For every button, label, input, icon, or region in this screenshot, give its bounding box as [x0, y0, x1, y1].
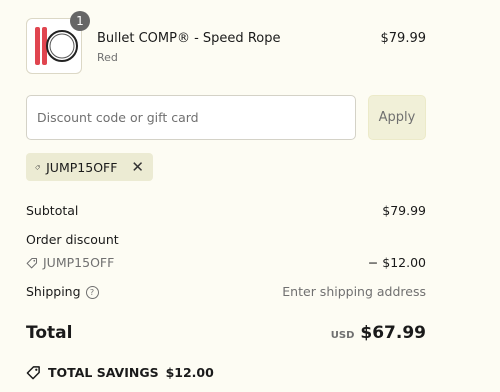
- total-savings-value: $12.00: [165, 365, 214, 380]
- total-currency: USD: [330, 330, 355, 341]
- total-savings-row: TOTAL SAVINGS $12.00: [26, 365, 214, 380]
- shipping-value: Enter shipping address: [282, 284, 426, 299]
- order-discount-code: JUMP15OFF: [43, 255, 115, 270]
- product-variant: Red: [97, 51, 118, 64]
- shipping-label: Shipping: [26, 284, 81, 299]
- applied-discount-code: JUMP15OFF: [46, 159, 118, 175]
- applied-discount-chip: JUMP15OFF ✕: [26, 153, 153, 181]
- shipping-info-icon[interactable]: ?: [85, 286, 99, 299]
- product-price: $79.99: [380, 31, 427, 46]
- remove-discount-icon[interactable]: ✕: [131, 159, 144, 175]
- order-discount-value: − $12.00: [367, 255, 426, 270]
- tag-icon: [26, 366, 40, 380]
- total-value: $67.99: [360, 323, 426, 343]
- tag-icon: [35, 164, 40, 170]
- total-label: Total: [26, 323, 73, 343]
- total-savings-label: TOTAL SAVINGS: [48, 365, 159, 380]
- subtotal-value: $79.99: [382, 203, 426, 218]
- shipping-row-label: Shipping?: [26, 284, 99, 299]
- subtotal-label: Subtotal: [26, 203, 79, 218]
- quantity-badge: 1: [70, 11, 90, 31]
- total-amount: USD $67.99: [331, 323, 426, 343]
- apply-discount-button[interactable]: Apply: [368, 95, 426, 140]
- discount-code-input[interactable]: [26, 95, 356, 140]
- order-discount-code-row: JUMP15OFF: [26, 255, 114, 270]
- order-discount-label: Order discount: [26, 232, 119, 247]
- product-name: Bullet COMP® - Speed Rope: [97, 31, 281, 46]
- tag-icon: [26, 257, 38, 268]
